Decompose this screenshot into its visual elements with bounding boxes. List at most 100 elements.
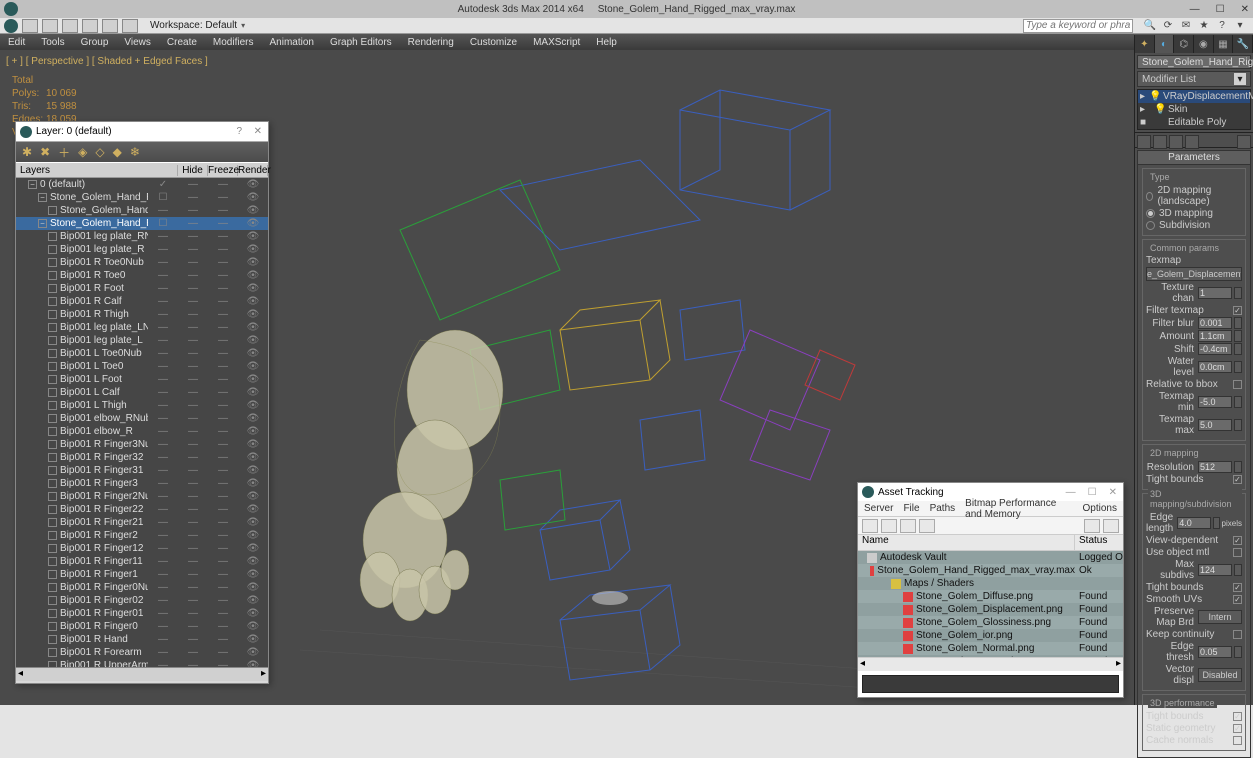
- layer-window-hscrollbar[interactable]: ◂ ▸: [16, 667, 268, 681]
- type-radio[interactable]: 3D mapping: [1146, 208, 1242, 219]
- layer-row[interactable]: Bip001 R Finger1———👁: [16, 568, 268, 581]
- expand-icon[interactable]: [48, 375, 57, 384]
- expand-icon[interactable]: [48, 388, 57, 397]
- search-input[interactable]: [1023, 19, 1133, 33]
- visibility-icon[interactable]: 👁: [238, 413, 268, 424]
- param-dropdown[interactable]: Preserve Map BrdIntern: [1146, 606, 1242, 628]
- expand-icon[interactable]: −: [28, 180, 37, 189]
- param-spinner[interactable]: Shift: [1146, 343, 1242, 355]
- utilities-tab[interactable]: 🔧: [1233, 35, 1253, 53]
- param-checkbox[interactable]: View-dependent: [1146, 535, 1242, 546]
- configure-sets-button[interactable]: [1237, 135, 1251, 149]
- expand-icon[interactable]: [48, 453, 57, 462]
- asset-menu-file[interactable]: File: [903, 503, 919, 514]
- visibility-icon[interactable]: 👁: [238, 322, 268, 333]
- menu-help[interactable]: Help: [596, 37, 617, 48]
- asset-table-button[interactable]: [919, 519, 935, 533]
- expand-icon[interactable]: [48, 414, 57, 423]
- menu-tools[interactable]: Tools: [41, 37, 64, 48]
- visibility-icon[interactable]: 👁: [238, 517, 268, 528]
- asset-window-maximize-button[interactable]: ☐: [1088, 487, 1097, 498]
- asset-menu-options[interactable]: Options: [1083, 503, 1117, 514]
- layer-window-title-bar[interactable]: Layer: 0 (default) ? ✕: [16, 122, 268, 142]
- layer-row[interactable]: Stone_Golem_Hand_Rigged———👁: [16, 204, 268, 217]
- expand-icon[interactable]: [48, 557, 57, 566]
- viewport-label[interactable]: [ + ] [ Perspective ] [ Shaded + Edged F…: [6, 56, 208, 67]
- param-spinner[interactable]: Max subdivs: [1146, 559, 1242, 581]
- asset-status-button[interactable]: [881, 519, 897, 533]
- visibility-icon[interactable]: 👁: [238, 335, 268, 346]
- asset-row[interactable]: Stone_Golem_Hand_Rigged_max_vray.maxOk: [858, 564, 1123, 577]
- visibility-icon[interactable]: 👁: [238, 556, 268, 567]
- expand-icon[interactable]: −: [38, 219, 47, 228]
- layer-row[interactable]: Bip001 R Finger22———👁: [16, 503, 268, 516]
- toolbar-open-button[interactable]: [42, 19, 58, 33]
- asset-row[interactable]: Stone_Golem_Displacement.pngFound: [858, 603, 1123, 616]
- expand-icon[interactable]: [48, 609, 57, 618]
- expand-icon[interactable]: [48, 583, 57, 592]
- expand-icon[interactable]: ▸: [1140, 104, 1150, 115]
- toolbar-link-button[interactable]: [122, 19, 138, 33]
- layer-freeze-icon[interactable]: ❄: [130, 145, 140, 159]
- param-checkbox[interactable]: Use object mtl: [1146, 547, 1242, 558]
- asset-row[interactable]: Autodesk VaultLogged O: [858, 551, 1123, 564]
- visibility-icon[interactable]: 👁: [238, 257, 268, 268]
- expand-icon[interactable]: ■: [1140, 117, 1150, 128]
- layer-row[interactable]: Bip001 leg plate_RNub———👁: [16, 230, 268, 243]
- expand-icon[interactable]: [48, 349, 57, 358]
- asset-options-button[interactable]: [1084, 519, 1100, 533]
- window-minimize-button[interactable]: —: [1190, 4, 1200, 15]
- param-checkbox[interactable]: Relative to bbox: [1146, 379, 1242, 390]
- menu-graph-editors[interactable]: Graph Editors: [330, 37, 392, 48]
- create-tab[interactable]: ✦: [1135, 35, 1155, 53]
- asset-row[interactable]: Maps / Shaders: [858, 577, 1123, 590]
- layer-delete-icon[interactable]: ✖: [40, 145, 50, 159]
- layer-hide-icon[interactable]: ◆: [113, 145, 122, 159]
- layer-row[interactable]: Bip001 R Finger32———👁: [16, 451, 268, 464]
- visibility-icon[interactable]: 👁: [238, 491, 268, 502]
- visibility-icon[interactable]: 👁: [238, 283, 268, 294]
- visibility-icon[interactable]: 👁: [238, 465, 268, 476]
- communication-icon[interactable]: ✉: [1179, 19, 1193, 33]
- param-checkbox[interactable]: Keep continuity: [1146, 629, 1242, 640]
- layer-row[interactable]: Bip001 R Forearm———👁: [16, 646, 268, 659]
- expand-icon[interactable]: [48, 544, 57, 553]
- layer-row[interactable]: Bip001 R Toe0———👁: [16, 269, 268, 282]
- visibility-icon[interactable]: 👁: [238, 426, 268, 437]
- visibility-icon[interactable]: 👁: [238, 309, 268, 320]
- layer-row[interactable]: Bip001 R Calf———👁: [16, 295, 268, 308]
- expand-icon[interactable]: [48, 570, 57, 579]
- layer-row[interactable]: Bip001 R Finger01———👁: [16, 607, 268, 620]
- param-spinner[interactable]: Resolution: [1146, 461, 1242, 473]
- menu-maxscript[interactable]: MAXScript: [533, 37, 580, 48]
- layer-row[interactable]: Bip001 L Calf———👁: [16, 386, 268, 399]
- layer-manager-window[interactable]: Layer: 0 (default) ? ✕ ✱ ✖ ＋ ◈ ◇ ◆ ❄ Lay…: [15, 121, 269, 684]
- visibility-icon[interactable]: 👁: [238, 348, 268, 359]
- param-spinner[interactable]: Texmap min: [1146, 391, 1242, 413]
- visibility-icon[interactable]: 👁: [238, 478, 268, 489]
- menu-edit[interactable]: Edit: [8, 37, 25, 48]
- layer-row[interactable]: Bip001 R Toe0Nub———👁: [16, 256, 268, 269]
- layer-row[interactable]: Bip001 R Finger0———👁: [16, 620, 268, 633]
- toolbar-undo-button[interactable]: [82, 19, 98, 33]
- bulb-icon[interactable]: 💡: [1154, 104, 1164, 115]
- expand-icon[interactable]: −: [38, 193, 47, 202]
- layer-row[interactable]: Bip001 R Finger02———👁: [16, 594, 268, 607]
- stack-item[interactable]: ▸💡VRayDisplacementMod: [1138, 90, 1250, 103]
- toolbar-new-button[interactable]: [22, 19, 38, 33]
- visibility-icon[interactable]: 👁: [238, 244, 268, 255]
- subscription-icon[interactable]: ⟳: [1161, 19, 1175, 33]
- expand-icon[interactable]: [48, 297, 57, 306]
- menu-rendering[interactable]: Rendering: [408, 37, 454, 48]
- param-checkbox[interactable]: Tight bounds: [1146, 474, 1242, 485]
- layer-row[interactable]: Bip001 leg plate_LNub———👁: [16, 321, 268, 334]
- visibility-icon[interactable]: 👁: [238, 543, 268, 554]
- param-checkbox[interactable]: Filter texmap: [1146, 305, 1242, 316]
- layer-row[interactable]: Bip001 leg plate_R———👁: [16, 243, 268, 256]
- asset-row[interactable]: Stone_Golem_Diffuse.pngFound: [858, 590, 1123, 603]
- layer-row[interactable]: −Stone_Golem_Hand_Rigged☐——👁: [16, 191, 268, 204]
- modifier-stack[interactable]: ▸💡VRayDisplacementMod▸💡Skin■Editable Pol…: [1137, 89, 1251, 130]
- visibility-icon[interactable]: 👁: [238, 374, 268, 385]
- expand-icon[interactable]: [48, 310, 57, 319]
- asset-row[interactable]: Stone_Golem_Glossiness.pngFound: [858, 616, 1123, 629]
